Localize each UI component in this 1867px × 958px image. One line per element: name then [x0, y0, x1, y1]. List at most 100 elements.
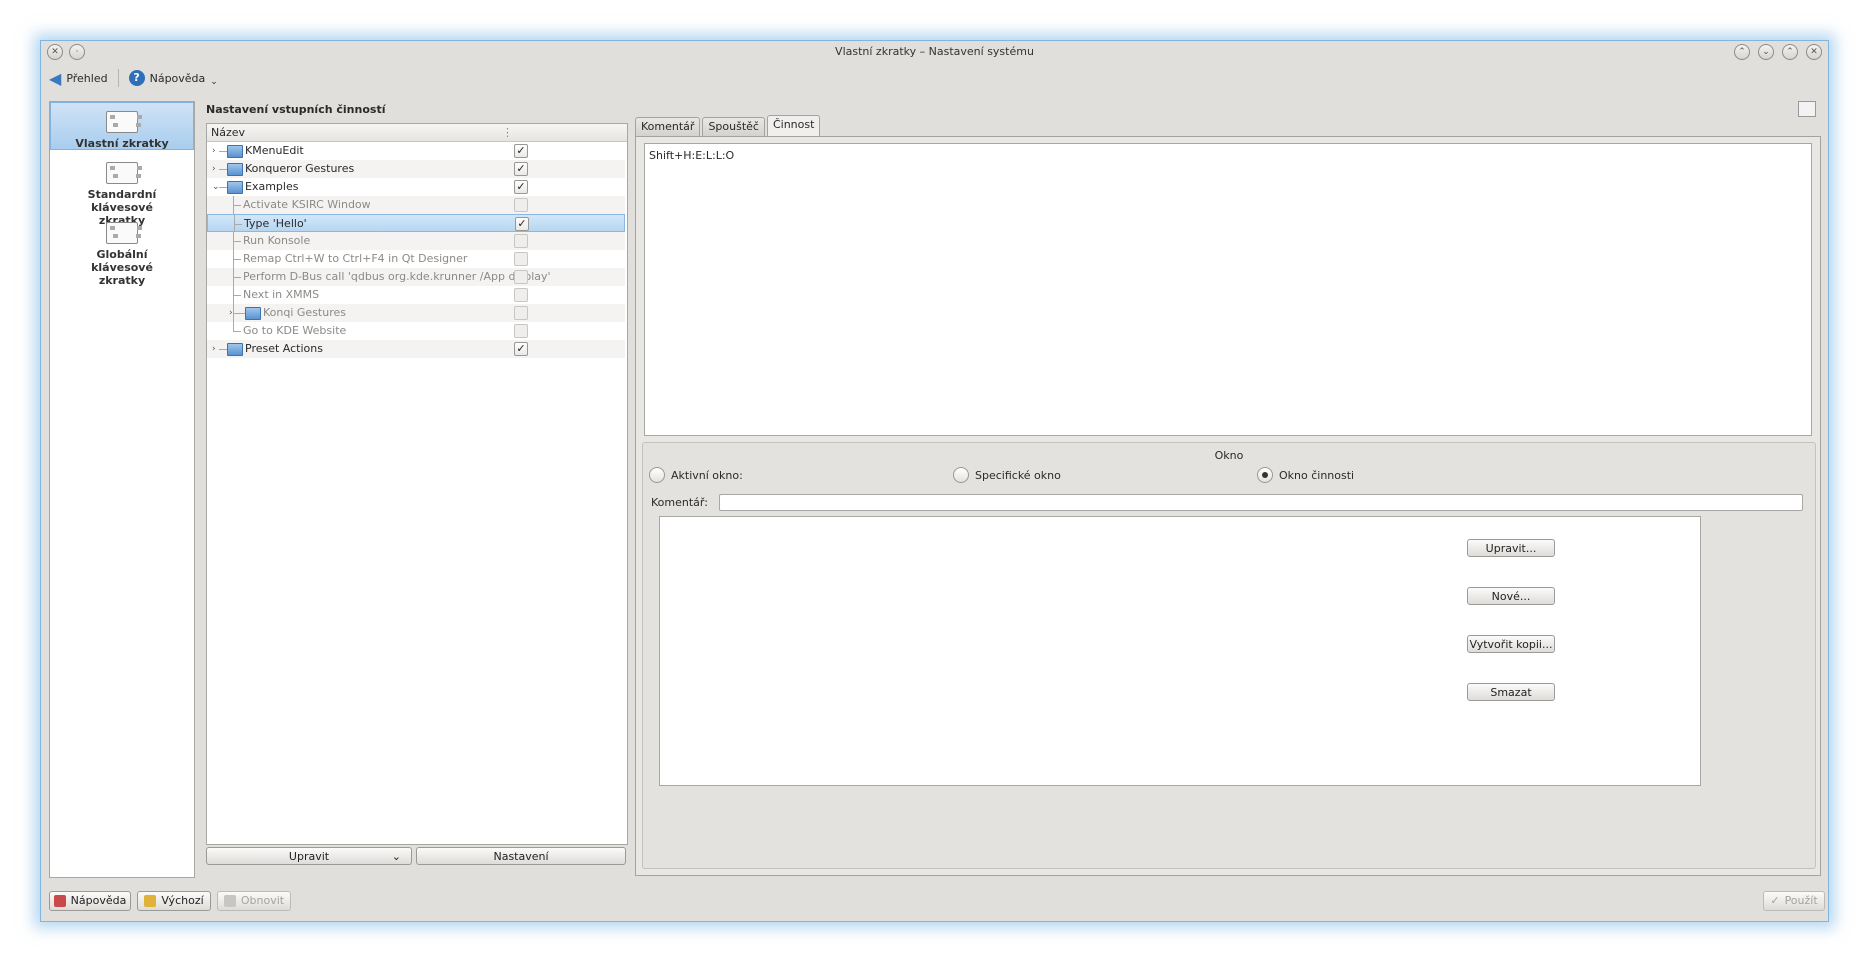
footer-help-button[interactable]: Nápověda [49, 891, 131, 911]
tree-branch-line [219, 151, 227, 152]
tree-branch-line [233, 331, 241, 332]
tree-row[interactable]: Type 'Hello' ✓ [207, 214, 625, 233]
tab-bar: Komentář Spouštěč Činnost [635, 115, 822, 136]
tree-edit-button[interactable]: Upravit ⌄ [206, 847, 412, 865]
tree-branch-line [234, 224, 242, 225]
expand-arrow-icon[interactable]: › [212, 340, 216, 358]
expand-arrow-icon[interactable]: › [212, 142, 216, 160]
enabled-checkbox[interactable]: ✓ [514, 162, 528, 176]
expand-arrow-icon[interactable]: › [212, 160, 216, 178]
new-window-button[interactable]: Nové... [1467, 587, 1555, 605]
enabled-checkbox[interactable]: ✓ [514, 180, 528, 194]
tree-row[interactable]: Run Konsole [207, 232, 625, 250]
back-arrow-icon: ◀ [49, 68, 62, 88]
copy-window-button[interactable]: Vytvořit kopii... [1467, 635, 1555, 653]
tree-branch-line [219, 349, 227, 350]
sidebar-item-label: Vlastní zkratky [75, 137, 169, 150]
footer-help-label: Nápověda [70, 894, 127, 907]
tree-row[interactable]: Go to KDE Website [207, 322, 625, 340]
enabled-checkbox[interactable]: ✓ [515, 217, 529, 231]
enabled-checkbox[interactable] [514, 270, 528, 284]
toolbar-separator [117, 69, 119, 87]
help-icon: ? [128, 70, 145, 86]
window-title: Vlastní zkratky – Nastavení systému [835, 45, 1034, 58]
minimize-icon[interactable]: ⌄ [1758, 44, 1774, 60]
folder-icon [227, 181, 243, 194]
delete-window-button[interactable]: Smazat [1467, 683, 1555, 701]
enabled-checkbox[interactable] [514, 198, 528, 212]
column-menu-icon: ⋮ [502, 126, 513, 139]
tree-row-label: Next in XMMS [243, 288, 320, 301]
overview-button[interactable]: ◀ Přehled [41, 66, 116, 90]
tree-branch-line [233, 295, 241, 296]
keyboard-icon [106, 111, 142, 133]
footer-apply-button[interactable]: ✓ Použít [1763, 891, 1825, 911]
tree-row[interactable]: › Konqueror Gestures ✓ [207, 160, 625, 178]
sidebar-item-global-shortcuts[interactable]: Globální klávesové zkratky [50, 214, 194, 287]
window-group: Okno Aktivní okno: Specifické okno Okno … [642, 442, 1816, 869]
tree-row[interactable]: › Konqi Gestures [207, 304, 625, 322]
column-header-name: Název [211, 126, 246, 139]
enabled-checkbox[interactable] [514, 324, 528, 338]
tree-row[interactable]: Perform D-Bus call 'qdbus org.kde.krunne… [207, 268, 625, 286]
keyboard-layout-icon[interactable] [1798, 101, 1816, 117]
main-window: ✕ · Vlastní zkratky – Nastavení systému … [40, 40, 1829, 922]
tab-panel: Shift+H:E:L:L:O Okno Aktivní okno: Speci… [635, 136, 1821, 876]
sidebar-item-standard-shortcuts[interactable]: Standardní klávesové zkratky [50, 154, 194, 227]
footer-defaults-label: Výchozí [161, 894, 204, 907]
radio-label: Okno činnosti [1279, 468, 1355, 482]
tree-branch-line [219, 187, 227, 188]
tree-row[interactable]: Remap Ctrl+W to Ctrl+F4 in Qt Designer [207, 250, 625, 268]
enabled-checkbox[interactable] [514, 252, 528, 266]
close-icon[interactable]: ✕ [1806, 44, 1822, 60]
title-bar: ✕ · Vlastní zkratky – Nastavení systému … [41, 41, 1828, 63]
enabled-checkbox[interactable]: ✓ [514, 144, 528, 158]
action-text-area[interactable]: Shift+H:E:L:L:O [644, 143, 1812, 436]
tree-branch-line [233, 241, 241, 242]
enabled-checkbox[interactable] [514, 306, 528, 320]
enabled-checkbox[interactable]: ✓ [514, 342, 528, 356]
tree-row-label: Konqi Gestures [263, 306, 346, 319]
actions-tree: Název ⋮ › KMenuEdit ✓ › Konqueror Gestures ✓ ⌄… [206, 123, 628, 845]
tab-comment[interactable]: Komentář [635, 117, 701, 136]
tree-edit-label: Upravit [288, 850, 330, 863]
maximize-icon[interactable]: ⌃ [1782, 44, 1798, 60]
tree-row-label: Run Konsole [243, 234, 311, 247]
help-menu-button[interactable]: ? Nápověda ⌄ [121, 66, 226, 90]
footer-defaults-button[interactable]: Výchozí [137, 891, 211, 911]
radio-specific-window[interactable]: Specifické okno [953, 467, 1061, 483]
tree-row-label: Remap Ctrl+W to Ctrl+F4 in Qt Designer [243, 252, 468, 265]
check-icon: ✓ [1770, 894, 1780, 907]
radio-active-window[interactable]: Aktivní okno: [649, 467, 743, 483]
tree-row-label: Perform D-Bus call 'qdbus org.kde.krunne… [243, 270, 551, 283]
tree-row[interactable]: Activate KSIRC Window [207, 196, 625, 214]
tree-header[interactable]: Název ⋮ [207, 124, 627, 142]
chevron-down-icon: ⌄ [391, 850, 401, 863]
tab-trigger[interactable]: Spouštěč [702, 117, 765, 136]
sidebar-item-custom-shortcuts[interactable]: Vlastní zkratky [50, 102, 194, 150]
enabled-checkbox[interactable] [514, 234, 528, 248]
tree-branch-line [233, 322, 234, 331]
tab-action[interactable]: Činnost [766, 115, 821, 136]
overview-label: Přehled [66, 71, 108, 85]
tree-row-label: Konqueror Gestures [245, 162, 355, 175]
edit-window-button[interactable]: Upravit... [1467, 539, 1555, 557]
comment-input[interactable] [719, 494, 1803, 511]
tree-row[interactable]: › KMenuEdit ✓ [207, 142, 625, 160]
tree-branch-line [219, 169, 227, 170]
tree-row[interactable]: › Preset Actions ✓ [207, 340, 625, 358]
radio-indicator [953, 467, 969, 483]
radio-action-window[interactable]: Okno činnosti [1257, 467, 1354, 483]
footer-reset-button[interactable]: Obnovit [217, 891, 291, 911]
tree-row[interactable]: ⌄ Examples ✓ [207, 178, 625, 196]
page-title: Nastavení vstupních činností [206, 103, 386, 116]
radio-indicator [649, 467, 665, 483]
comment-label: Komentář: [651, 496, 708, 509]
enabled-checkbox[interactable] [514, 288, 528, 302]
expand-arrow-icon[interactable]: › [229, 304, 233, 322]
keep-above-icon[interactable]: ⌃ [1734, 44, 1750, 60]
tree-branch-line [237, 313, 245, 314]
window-group-title: Okno [1214, 449, 1244, 462]
tree-settings-button[interactable]: Nastavení [416, 847, 626, 865]
tree-row[interactable]: Next in XMMS [207, 286, 625, 304]
